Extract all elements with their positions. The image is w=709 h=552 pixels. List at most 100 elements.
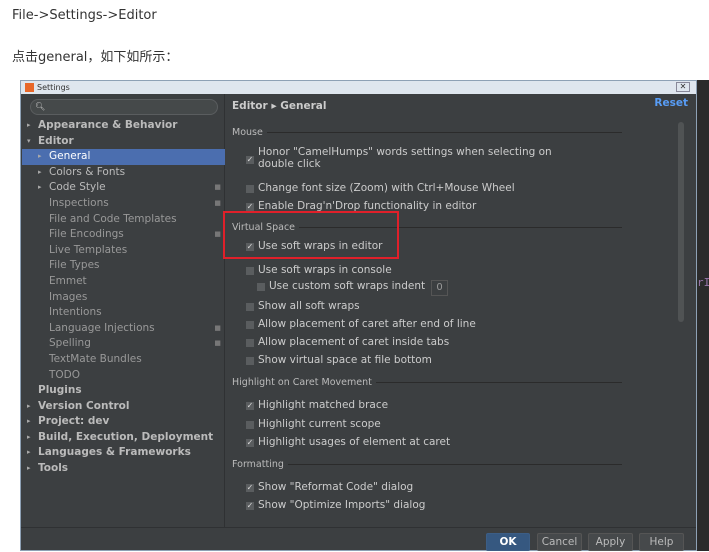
tree-item[interactable]: Live Templates: [22, 243, 225, 259]
expanded-arrow-icon[interactable]: ▾: [27, 134, 31, 150]
tree-item[interactable]: Inspections ■: [22, 196, 225, 212]
background-editor: rI: [697, 80, 709, 551]
option-label: Show "Reformat Code" dialog: [258, 481, 414, 493]
unchecked-icon[interactable]: [246, 267, 254, 275]
tree-item[interactable]: File Encodings ■: [22, 227, 225, 243]
settings-content: Editor ▸ General Reset Mouse Virtual Spa…: [226, 94, 696, 527]
option-checkbox[interactable]: Use soft wraps in console: [246, 264, 392, 276]
collapsed-arrow-icon[interactable]: ▸: [38, 149, 42, 165]
option-checkbox[interactable]: Highlight current scope: [246, 418, 381, 430]
option-checkbox[interactable]: ✓ Highlight matched brace: [246, 399, 388, 411]
tree-item[interactable]: ▸ Colors & Fonts: [22, 165, 225, 181]
collapsed-arrow-icon[interactable]: ▸: [27, 414, 31, 430]
tree-item-label: File Types: [49, 259, 100, 272]
checked-icon[interactable]: ✓: [246, 402, 254, 410]
tree-item[interactable]: Images: [22, 290, 225, 306]
tree-item[interactable]: ▸ Languages & Frameworks: [22, 445, 225, 461]
annotation-highlight-box: [223, 211, 399, 259]
help-button[interactable]: Help: [639, 533, 684, 551]
blog-path-text: File->Settings->Editor: [12, 8, 157, 23]
checked-icon[interactable]: ✓: [246, 203, 254, 211]
app-logo-icon: [25, 83, 34, 92]
tree-item[interactable]: File Types: [22, 258, 225, 274]
option-checkbox[interactable]: Allow placement of caret after end of li…: [246, 318, 476, 330]
tree-item-label: File Encodings: [49, 228, 124, 241]
option-checkbox[interactable]: ✓ Show "Reformat Code" dialog: [246, 481, 413, 493]
tree-item[interactable]: ▸ Version Control: [22, 399, 225, 415]
tree-item[interactable]: ▸ General: [22, 149, 225, 165]
option-label: Highlight usages of element at caret: [258, 436, 451, 448]
project-settings-icon: ■: [214, 198, 221, 207]
collapsed-arrow-icon[interactable]: ▸: [27, 430, 31, 446]
project-settings-icon: ■: [214, 230, 221, 239]
unchecked-icon[interactable]: [246, 185, 254, 193]
option-checkbox[interactable]: Show virtual space at file bottom: [246, 354, 432, 366]
tree-item[interactable]: TODO: [22, 368, 225, 384]
checked-icon[interactable]: ✓: [246, 502, 254, 510]
unchecked-icon[interactable]: [246, 321, 254, 329]
collapsed-arrow-icon[interactable]: ▸: [27, 461, 31, 477]
section-mouse: Mouse: [232, 127, 622, 138]
tree-item-label: Version Control: [38, 399, 130, 412]
apply-button[interactable]: Apply: [588, 533, 633, 551]
settings-sidebar: 🔍︎ ▸ Appearance & Behavior ▾ Editor ▸ General…: [22, 94, 225, 527]
cancel-button[interactable]: Cancel: [537, 533, 582, 551]
settings-dialog: Settings ✕ 🔍︎ ▸ Appearance & Behavior ▾ Edi…: [20, 80, 697, 551]
tree-item[interactable]: ▸ Appearance & Behavior: [22, 118, 225, 134]
tree-item[interactable]: ▸ Tools: [22, 461, 225, 477]
reset-link[interactable]: Reset: [654, 97, 688, 109]
blog-instruction-text: 点击general，如下如所示：: [12, 50, 179, 65]
option-checkbox[interactable]: ✓ Honor "CamelHumps" words settings when …: [246, 146, 552, 170]
unchecked-icon[interactable]: [246, 357, 254, 365]
collapsed-arrow-icon[interactable]: ▸: [38, 165, 42, 181]
option-label: Use soft wraps in console: [258, 264, 392, 276]
option-checkbox[interactable]: Show all soft wraps: [246, 300, 360, 312]
tree-item[interactable]: TextMate Bundles: [22, 352, 225, 368]
tree-item-label: Colors & Fonts: [49, 165, 126, 178]
collapsed-arrow-icon[interactable]: ▸: [38, 180, 42, 196]
option-checkbox[interactable]: ✓ Show "Optimize Imports" dialog: [246, 499, 425, 511]
collapsed-arrow-icon[interactable]: ▸: [27, 399, 31, 415]
tree-item[interactable]: Plugins: [22, 383, 225, 399]
unchecked-icon[interactable]: [246, 339, 254, 347]
tree-item[interactable]: ▸ Code Style ■: [22, 180, 225, 196]
unchecked-icon[interactable]: [246, 421, 254, 429]
section-formatting: Formatting: [232, 459, 622, 470]
option-checkbox[interactable]: Allow placement of caret inside tabs: [246, 336, 449, 348]
search-input[interactable]: 🔍︎: [30, 99, 218, 115]
option-checkbox[interactable]: Use custom soft wraps indent 0: [257, 280, 449, 296]
tree-item[interactable]: Spelling ■: [22, 336, 225, 352]
title-bar: Settings ✕: [21, 81, 696, 94]
tree-item[interactable]: Emmet: [22, 274, 225, 290]
tree-item[interactable]: Language Injections ■: [22, 321, 225, 337]
checked-icon[interactable]: ✓: [246, 156, 254, 164]
close-button[interactable]: ✕: [676, 82, 690, 92]
tree-item[interactable]: Intentions: [22, 305, 225, 321]
option-checkbox[interactable]: Change font size (Zoom) with Ctrl+Mouse …: [246, 182, 515, 194]
tree-item[interactable]: ▸ Build, Execution, Deployment: [22, 430, 225, 446]
tree-item-label: Live Templates: [49, 243, 128, 256]
checked-icon[interactable]: ✓: [246, 484, 254, 492]
option-label: Show virtual space at file bottom: [258, 354, 432, 366]
collapsed-arrow-icon[interactable]: ▸: [27, 118, 31, 134]
tree-item[interactable]: File and Code Templates: [22, 212, 225, 228]
unchecked-icon[interactable]: [246, 303, 254, 311]
tree-item-label: Appearance & Behavior: [38, 119, 178, 131]
tree-item-label: Languages & Frameworks: [38, 446, 191, 459]
option-label: Highlight current scope: [258, 418, 381, 430]
tree-item[interactable]: ▾ Editor: [22, 134, 225, 150]
option-label: Use custom soft wraps indent: [269, 280, 426, 292]
indent-input[interactable]: 0: [431, 280, 449, 296]
option-label: Honor "CamelHumps" words settings when s…: [258, 146, 552, 158]
tree-item-label: Language Injections: [49, 321, 155, 334]
tree-item-label: Project: dev: [38, 415, 110, 428]
tree-item[interactable]: ▸ Project: dev: [22, 414, 225, 430]
checked-icon[interactable]: ✓: [246, 439, 254, 447]
tree-item-label: Images: [49, 290, 88, 303]
ok-button[interactable]: OK: [486, 533, 530, 551]
collapsed-arrow-icon[interactable]: ▸: [27, 445, 31, 461]
scrollbar[interactable]: [678, 122, 684, 322]
project-settings-icon: ■: [214, 339, 221, 348]
unchecked-icon[interactable]: [257, 283, 265, 291]
option-checkbox[interactable]: ✓ Highlight usages of element at caret: [246, 436, 450, 448]
